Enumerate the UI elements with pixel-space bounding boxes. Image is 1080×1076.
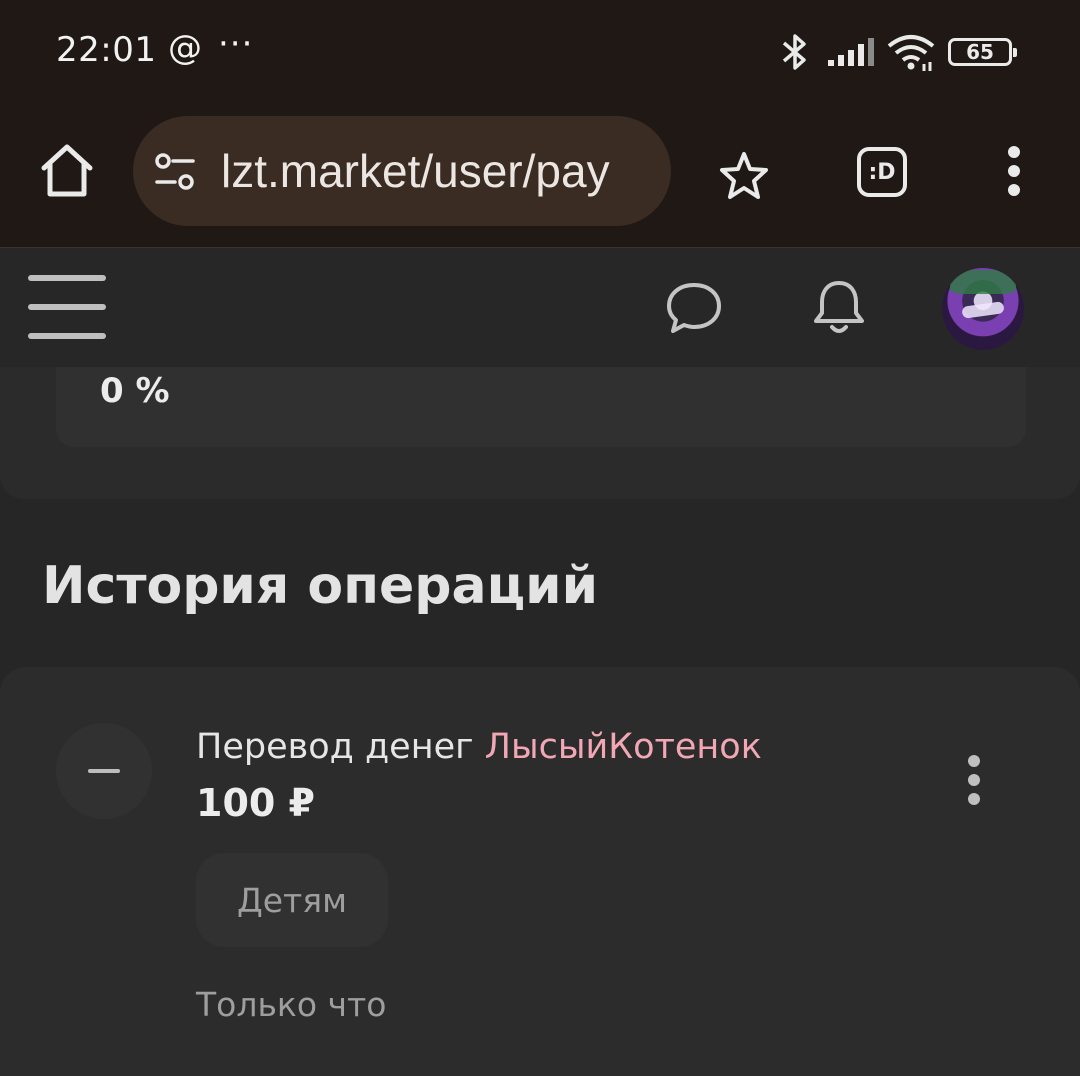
- wifi-icon: [887, 35, 935, 71]
- chat-icon[interactable]: [665, 279, 723, 337]
- operation-item: Перевод денег ЛысыйКотенок 100 ₽ Детям Т…: [0, 667, 1080, 1076]
- browser-chrome: 22:01 @ ··· 65 lzt.market/user/pay:D: [0, 0, 1080, 248]
- operation-time: Только что: [196, 985, 387, 1024]
- tab-switcher-icon[interactable]: :D: [857, 147, 907, 197]
- site-settings-icon[interactable]: [153, 152, 197, 192]
- hamburger-menu-icon[interactable]: [28, 275, 106, 339]
- battery-level: 65: [966, 40, 994, 64]
- operation-amount: 100 ₽: [196, 781, 315, 825]
- minus-icon: [56, 723, 152, 819]
- tab-switcher-label: :D: [868, 159, 896, 185]
- address-bar[interactable]: lzt.market/user/pay: [133, 116, 671, 226]
- signal-icon: [828, 38, 874, 66]
- url-text[interactable]: lzt.market/user/pay: [221, 144, 651, 198]
- history-title: История операций: [42, 556, 599, 616]
- bell-icon[interactable]: [810, 277, 868, 339]
- operation-tag: Детям: [196, 853, 388, 947]
- battery-icon: 65: [948, 38, 1017, 66]
- site-header: [0, 249, 1080, 367]
- home-icon[interactable]: [36, 140, 98, 202]
- status-at-symbol: @: [168, 28, 202, 68]
- balance-summary-card: 0 %: [0, 367, 1080, 499]
- operation-type: Перевод денег: [196, 727, 474, 767]
- operation-more-icon[interactable]: [964, 755, 984, 811]
- summary-inner-card: 0 %: [56, 367, 1026, 447]
- operation-user-link[interactable]: ЛысыйКотенок: [485, 727, 762, 767]
- status-more-indicator: ···: [218, 24, 254, 64]
- star-icon[interactable]: [716, 148, 772, 204]
- overflow-menu-icon[interactable]: [1000, 146, 1028, 200]
- avatar[interactable]: [942, 268, 1024, 350]
- bluetooth-icon: [782, 34, 806, 70]
- operation-title: Перевод денег ЛысыйКотенок: [196, 727, 762, 767]
- percent-value: 0 %: [100, 371, 170, 411]
- status-time: 22:01: [56, 30, 157, 70]
